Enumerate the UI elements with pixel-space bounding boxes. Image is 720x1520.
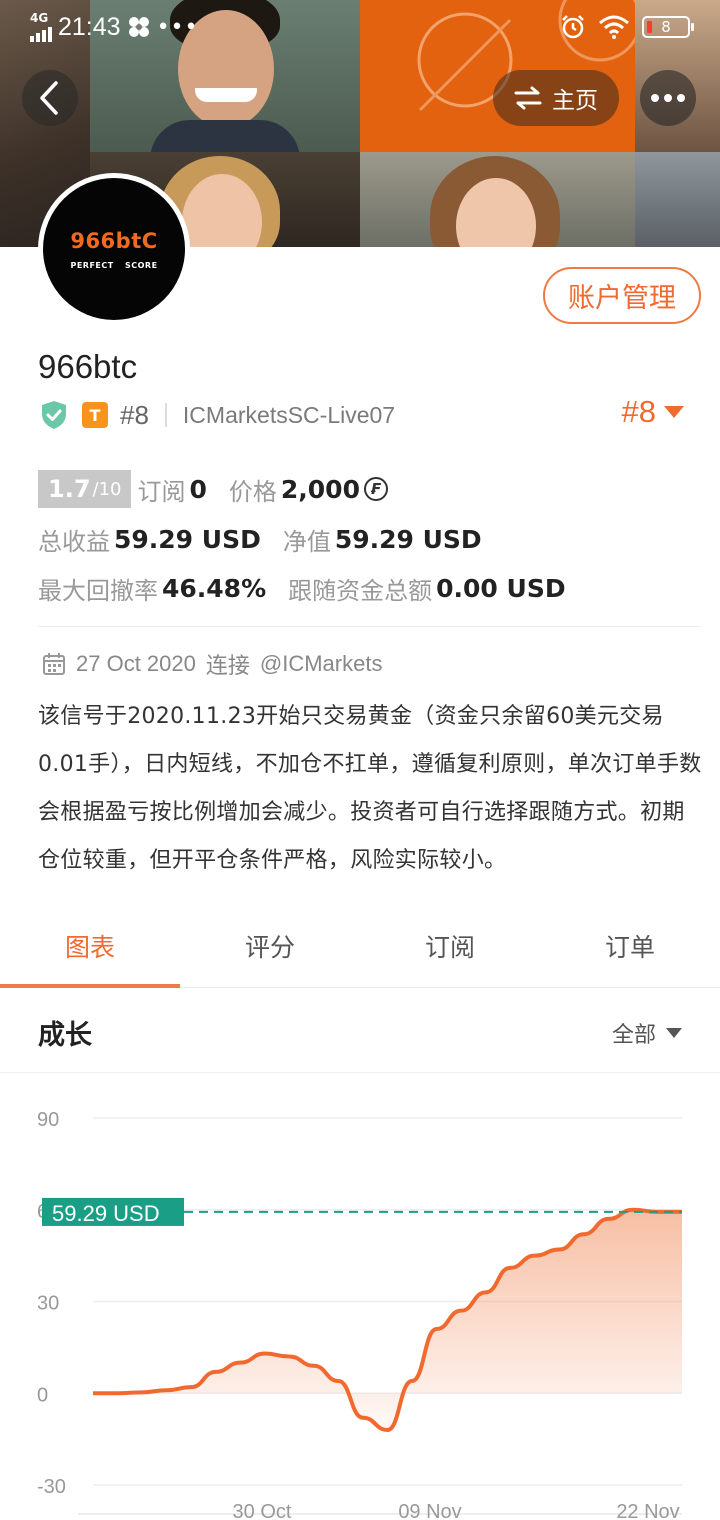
growth-section-header: 成长 全部 <box>0 989 720 1073</box>
account-manage-button[interactable]: 账户管理 <box>543 267 701 324</box>
max-drawdown-value: 46.48% <box>162 574 267 603</box>
more-options-button[interactable] <box>640 70 696 126</box>
score-chip: 1.7 /10 <box>38 470 132 508</box>
tab-bar: 图表 评分 订阅 订单 <box>0 904 720 988</box>
follow-funds-value: 0.00 USD <box>436 574 566 603</box>
y-tick-label: -30 <box>37 1476 66 1498</box>
range-dropdown[interactable]: 全部 <box>612 1017 682 1049</box>
subscribe-label: 订阅 <box>137 477 186 506</box>
banner-photo <box>635 152 720 247</box>
tab-orders[interactable]: 订单 <box>540 904 720 987</box>
calendar-icon <box>43 653 65 675</box>
stats-row-1: 1.7 /10 订阅 0 价格 2,000 ₣ <box>38 470 388 508</box>
more-dot-icon <box>651 94 659 102</box>
range-dropdown-label: 全部 <box>611 1023 656 1048</box>
signal-icon <box>30 24 52 42</box>
more-dot-icon <box>664 94 672 102</box>
signal-date: 27 Oct 2020 <box>76 651 196 676</box>
fan-icon <box>128 17 149 37</box>
signal-meta: 27 Oct 2020 连接 @ICMarkets <box>42 648 382 680</box>
badge-row: T #8 ICMarketsSC-Live07 <box>40 398 395 432</box>
follow-funds-label: 跟随资金总额 <box>288 577 433 605</box>
connect-label: 连接 <box>205 653 250 678</box>
clock-time: 21:43 <box>58 12 121 41</box>
growth-chart-svg: 9060300-3059.29 USD30 Oct09 Nov22 Nov <box>37 1109 682 1520</box>
max-drawdown-label: 最大回撤率 <box>38 577 158 605</box>
x-tick-label: 22 Nov <box>616 1501 679 1520</box>
server-name: ICMarketsSC-Live07 <box>182 401 396 428</box>
back-button[interactable] <box>22 70 78 126</box>
score-value: 1.7 <box>48 475 91 503</box>
current-value-label: 59.29 USD <box>52 1201 160 1226</box>
avatar[interactable]: 966btC PERFECT SCORE <box>38 173 190 325</box>
logo-text: 966btC <box>70 228 158 253</box>
home-button[interactable]: 主页 <box>493 70 619 126</box>
tab-rating[interactable]: 评分 <box>180 904 360 987</box>
banner-photo <box>360 152 635 247</box>
rank-label: #8 <box>120 399 149 430</box>
series-area <box>93 1209 682 1430</box>
account-manage-label: 账户管理 <box>568 283 676 314</box>
stats-row-2: 总收益 59.29 USD 净值 59.29 USD <box>38 522 482 557</box>
battery-icon: 8 <box>642 16 694 38</box>
price-value: 2,000 <box>280 474 360 504</box>
caret-down-icon <box>664 406 684 418</box>
tab-chart[interactable]: 图表 <box>0 904 180 988</box>
tier-badge: T <box>82 402 108 428</box>
x-tick-label: 30 Oct <box>233 1501 292 1520</box>
growth-chart[interactable]: 9060300-3059.29 USD30 Oct09 Nov22 Nov <box>0 1074 720 1520</box>
wifi-icon <box>599 15 629 39</box>
signal-logo: 966btC PERFECT SCORE <box>43 178 185 320</box>
broker-link[interactable]: @ICMarkets <box>260 651 383 677</box>
y-tick-label: 30 <box>37 1293 59 1315</box>
subscribe-value: 0 <box>189 474 207 504</box>
network-label: 4G <box>30 11 49 25</box>
alarm-icon <box>562 15 584 39</box>
price-label: 价格 <box>228 477 277 506</box>
verified-shield-icon <box>42 401 66 429</box>
divider <box>38 626 700 627</box>
section-title: 成长 <box>38 1020 92 1051</box>
score-max: /10 <box>92 478 122 500</box>
net-value-value: 59.29 USD <box>334 525 482 554</box>
chevron-left-icon <box>40 81 58 115</box>
home-button-label: 主页 <box>552 88 598 114</box>
stats-row-3: 最大回撤率 46.48% 跟随资金总额 0.00 USD <box>38 571 566 606</box>
signal-description: 该信号于2020.11.23开始只交易黄金（资金只余留60美元交易0.01手），… <box>38 704 702 873</box>
logo-subtext: PERFECT SCORE <box>70 260 158 270</box>
switch-icon <box>514 86 542 110</box>
y-tick-label: 0 <box>37 1384 48 1406</box>
more-notifications-icon: ••• <box>156 14 199 40</box>
net-value-label: 净值 <box>282 528 331 556</box>
coin-icon: ₣ <box>363 477 388 501</box>
total-profit-label: 总收益 <box>38 528 110 556</box>
caret-down-icon <box>666 1028 682 1038</box>
rank-dropdown[interactable]: #8 <box>622 394 684 430</box>
rank-dropdown-label: #8 <box>621 394 656 429</box>
profile-name: 966btc <box>38 348 138 385</box>
divider <box>164 403 167 427</box>
tab-subscribe[interactable]: 订阅 <box>360 904 540 987</box>
battery-level: 8 <box>661 18 671 36</box>
total-profit-value: 59.29 USD <box>114 525 261 554</box>
more-dot-icon <box>677 94 685 102</box>
x-tick-label: 09 Nov <box>398 1501 461 1520</box>
y-tick-label: 90 <box>37 1109 59 1131</box>
status-bar: 4G 21:43 ••• 8 <box>0 0 720 56</box>
